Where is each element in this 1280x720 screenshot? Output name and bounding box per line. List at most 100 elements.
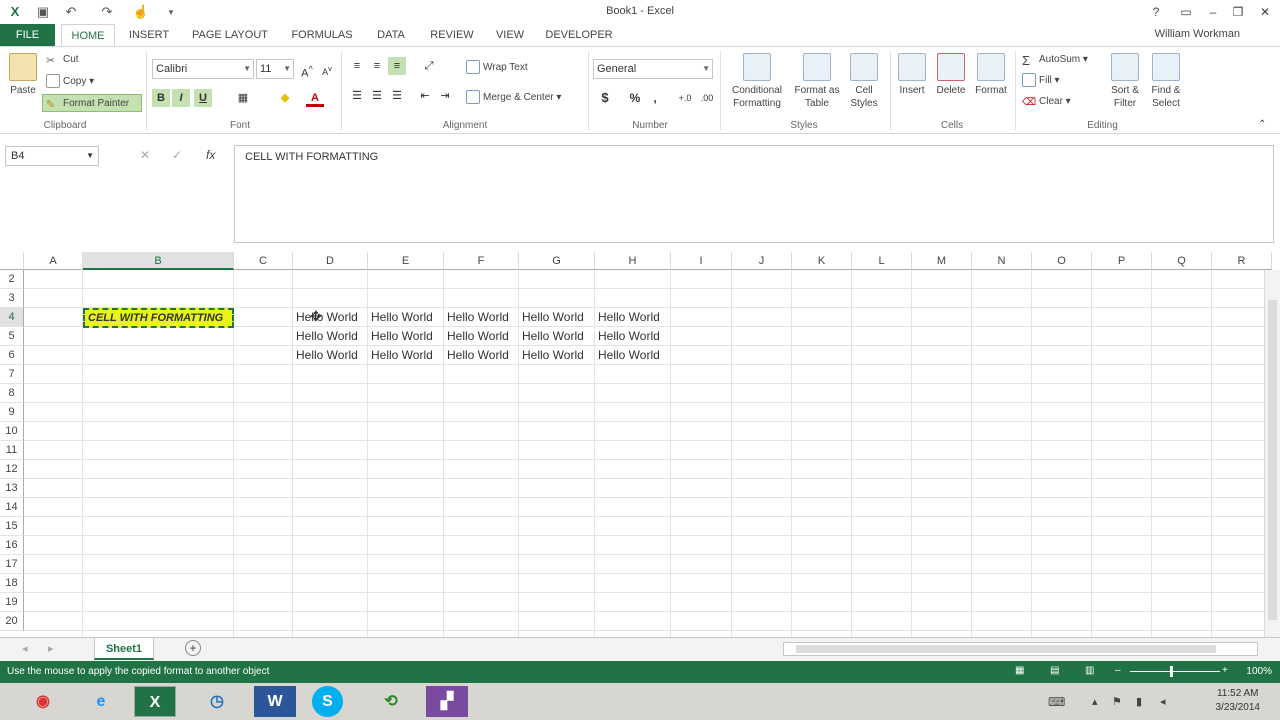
align-right-icon[interactable]: ☰ <box>388 87 406 105</box>
cell-g5[interactable]: Hello World <box>520 327 594 346</box>
align-left-icon[interactable]: ☰ <box>348 87 366 105</box>
cell-g6[interactable]: Hello World <box>520 346 594 365</box>
tab-insert[interactable]: INSERT <box>124 24 174 46</box>
tab-file[interactable]: FILE <box>0 24 55 46</box>
touch-mode-icon[interactable]: ☝ <box>132 3 150 21</box>
align-bottom-icon[interactable]: ≡ <box>388 57 406 75</box>
tab-developer[interactable]: DEVELOPER <box>543 24 615 46</box>
zoom-in-icon[interactable]: + <box>1222 665 1228 676</box>
vertical-scrollbar[interactable] <box>1264 270 1280 637</box>
row-header-19[interactable]: 19 <box>0 593 24 612</box>
user-name[interactable]: William Workman <box>1155 28 1240 40</box>
redo-icon[interactable]: ↷ <box>98 3 116 21</box>
cell-h6[interactable]: Hello World <box>596 346 670 365</box>
row-header-11[interactable]: 11 <box>0 441 24 460</box>
column-header-k[interactable]: K <box>792 252 852 270</box>
bold-button[interactable]: B <box>152 89 170 107</box>
sort-filter-button[interactable]: Sort & Filter <box>1106 53 1144 110</box>
scroll-right-icon[interactable]: ▸ <box>48 642 54 655</box>
column-header-l[interactable]: L <box>852 252 912 270</box>
autosum-button[interactable]: Σ AutoSum ▾ <box>1022 51 1088 69</box>
cell-f6[interactable]: Hello World <box>445 346 518 365</box>
column-header-n[interactable]: N <box>972 252 1032 270</box>
cell-d5[interactable]: Hello World <box>294 327 367 346</box>
row-header-8[interactable]: 8 <box>0 384 24 403</box>
skype-icon[interactable]: S <box>312 686 343 717</box>
column-header-m[interactable]: M <box>912 252 972 270</box>
network-icon[interactable]: ▮ <box>1136 695 1142 708</box>
keyboard-icon[interactable]: ⌨ <box>1048 695 1065 709</box>
conditional-formatting-button[interactable]: Conditional Formatting <box>724 53 790 110</box>
column-header-q[interactable]: Q <box>1152 252 1212 270</box>
cell-d4[interactable]: Hello World <box>294 308 367 327</box>
column-header-c[interactable]: C <box>234 252 293 270</box>
row-header-7[interactable]: 7 <box>0 365 24 384</box>
media-app-icon[interactable]: ▞ <box>426 686 468 717</box>
save-icon[interactable]: ▣ <box>34 3 52 21</box>
cell-e6[interactable]: Hello World <box>369 346 443 365</box>
column-header-e[interactable]: E <box>368 252 444 270</box>
insert-function-button[interactable]: fx <box>206 148 215 162</box>
zoom-level[interactable]: 100% <box>1246 666 1272 677</box>
row-header-16[interactable]: 16 <box>0 536 24 555</box>
ribbon-display-icon[interactable]: ▭ <box>1175 2 1197 22</box>
increase-font-icon[interactable]: A^ <box>298 60 316 80</box>
customize-qat-icon[interactable]: ▾ <box>162 3 180 21</box>
decrease-font-icon[interactable]: Av <box>318 60 336 78</box>
undo-icon[interactable]: ↶ <box>62 3 80 21</box>
name-box[interactable]: B4 ▼ <box>5 146 99 166</box>
align-top-icon[interactable]: ≡ <box>348 57 366 75</box>
collapse-ribbon-icon[interactable]: ⌃ <box>1258 119 1266 130</box>
fill-color-icon[interactable]: ◆ <box>276 89 294 107</box>
row-header-15[interactable]: 15 <box>0 517 24 536</box>
row-header-9[interactable]: 9 <box>0 403 24 422</box>
sheet-tab-sheet1[interactable]: Sheet1 <box>94 638 154 660</box>
row-header-3[interactable]: 3 <box>0 289 24 308</box>
tab-page-layout[interactable]: PAGE LAYOUT <box>186 24 274 46</box>
zoom-thumb[interactable] <box>1170 666 1173 677</box>
row-header-17[interactable]: 17 <box>0 555 24 574</box>
zoom-slider[interactable] <box>1130 671 1220 672</box>
fill-button[interactable]: Fill ▾ <box>1022 72 1060 90</box>
insert-cells-button[interactable]: Insert <box>894 53 930 97</box>
flag-icon[interactable]: ⚑ <box>1112 695 1122 708</box>
row-header-5[interactable]: 5 <box>0 327 24 346</box>
cell-h4[interactable]: Hello World <box>596 308 670 327</box>
select-all-corner[interactable] <box>0 252 24 270</box>
cancel-icon[interactable]: ✕ <box>140 148 150 162</box>
merge-center-button[interactable]: Merge & Center ▾ <box>466 89 561 107</box>
row-header-4[interactable]: 4 <box>0 308 24 327</box>
italic-button[interactable]: I <box>172 89 190 107</box>
page-layout-view-icon[interactable]: ▤ <box>1050 665 1059 676</box>
font-color-icon[interactable]: A <box>306 89 324 107</box>
column-header-d[interactable]: D <box>293 252 368 270</box>
find-select-button[interactable]: Find & Select <box>1146 53 1186 110</box>
zoom-out-icon[interactable]: – <box>1115 665 1121 676</box>
row-header-12[interactable]: 12 <box>0 460 24 479</box>
delete-cells-button[interactable]: Delete <box>932 53 970 97</box>
increase-decimal-icon[interactable]: +.0 <box>676 89 694 107</box>
restore-icon[interactable]: ❐ <box>1227 2 1249 22</box>
number-format-select[interactable]: General ▼ <box>593 59 713 79</box>
excel-taskbar-icon[interactable]: X <box>134 686 176 717</box>
internet-explorer-icon[interactable]: e <box>80 686 122 717</box>
column-header-f[interactable]: F <box>444 252 519 270</box>
underline-button[interactable]: U <box>194 89 212 107</box>
decrease-decimal-icon[interactable]: .00 <box>698 89 716 107</box>
column-header-h[interactable]: H <box>595 252 671 270</box>
comma-button[interactable]: , <box>646 89 664 107</box>
column-header-i[interactable]: I <box>671 252 732 270</box>
scroll-left-icon[interactable]: ◂ <box>22 642 28 655</box>
formula-input[interactable]: CELL WITH FORMATTING <box>234 145 1274 243</box>
cell-b4-formatted[interactable]: CELL WITH FORMATTING <box>83 308 234 328</box>
cell-e4[interactable]: Hello World <box>369 308 443 327</box>
align-middle-icon[interactable]: ≡ <box>368 57 386 75</box>
row-header-20[interactable]: 20 <box>0 612 24 631</box>
row-header-2[interactable]: 2 <box>0 270 24 289</box>
help-icon[interactable]: ? <box>1145 2 1167 22</box>
close-icon[interactable]: ✕ <box>1254 2 1276 22</box>
cell-styles-button[interactable]: Cell Styles <box>844 53 884 110</box>
column-header-a[interactable]: A <box>24 252 83 270</box>
font-name-select[interactable]: Calibri ▼ <box>152 59 254 79</box>
tab-data[interactable]: DATA <box>370 24 412 46</box>
